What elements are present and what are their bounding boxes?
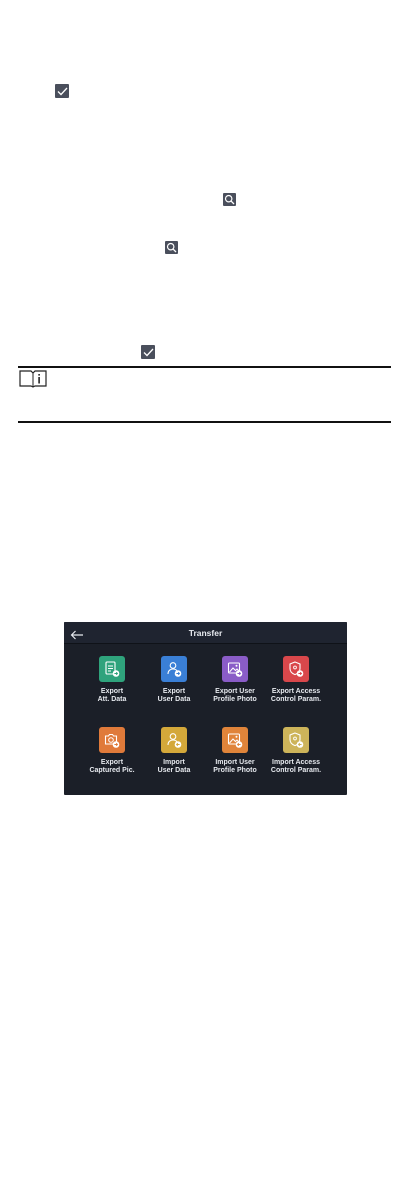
info-note-icon <box>19 370 47 393</box>
transfer-screen: Transfer Export Att. Data Export User Da… <box>64 622 347 795</box>
tile-label: Export User Profile Photo <box>213 688 257 703</box>
import-access-control-param-tile[interactable]: Import Access Control Param. <box>264 727 328 775</box>
tile-label: Import User Profile Photo <box>213 759 257 774</box>
export-user-profile-photo-tile[interactable]: Export User Profile Photo <box>203 656 267 704</box>
shield-export-icon <box>283 656 309 682</box>
camera-export-icon <box>99 727 125 753</box>
import-user-profile-photo-tile[interactable]: Import User Profile Photo <box>203 727 267 775</box>
screen-title-bar: Transfer <box>64 622 347 644</box>
photo-export-icon <box>222 656 248 682</box>
search-icon <box>165 241 178 254</box>
export-att-data-tile[interactable]: Export Att. Data <box>80 656 144 704</box>
screen-title: Transfer <box>188 628 223 638</box>
photo-import-icon <box>222 727 248 753</box>
search-icon <box>223 193 236 206</box>
tile-label: Export Access Control Param. <box>270 688 322 703</box>
import-user-data-tile[interactable]: Import User Data <box>142 727 206 775</box>
tile-label: Import Access Control Param. <box>270 759 322 774</box>
export-access-control-param-tile[interactable]: Export Access Control Param. <box>264 656 328 704</box>
shield-import-icon <box>283 727 309 753</box>
document-export-icon <box>99 656 125 682</box>
note-top-rule <box>18 366 391 368</box>
user-export-icon <box>161 656 187 682</box>
tile-label: Export Att. Data <box>97 688 127 703</box>
tile-label: Export Captured Pic. <box>89 759 135 774</box>
export-captured-pic-tile[interactable]: Export Captured Pic. <box>80 727 144 775</box>
export-user-data-tile[interactable]: Export User Data <box>142 656 206 704</box>
check-icon <box>141 345 155 359</box>
tile-label: Export User Data <box>157 688 191 703</box>
note-bottom-rule <box>18 421 391 423</box>
tile-label: Import User Data <box>157 759 191 774</box>
check-icon <box>55 84 69 98</box>
user-import-icon <box>161 727 187 753</box>
